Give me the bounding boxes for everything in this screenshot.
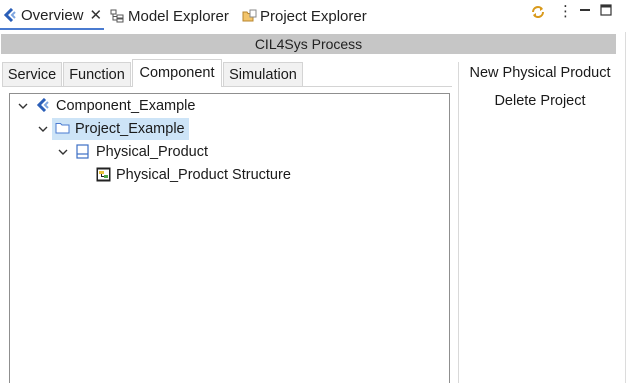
tab-component[interactable]: Component xyxy=(132,59,222,87)
tree-selection: Project_Example xyxy=(52,118,189,140)
project-explorer-icon xyxy=(242,9,257,23)
cil4sys-logo-icon xyxy=(3,7,17,23)
tab-overview[interactable]: Overview ✕ xyxy=(0,2,104,30)
view-tab-bar: Overview ✕ Model Explorer Project Explor… xyxy=(0,0,630,32)
minimize-icon[interactable] xyxy=(579,4,591,20)
tab-model-explorer[interactable]: Model Explorer xyxy=(110,2,229,30)
right-border xyxy=(625,32,626,383)
maximize-icon[interactable] xyxy=(600,4,612,20)
tab-project-explorer-label: Project Explorer xyxy=(260,7,367,25)
chevron-down-icon[interactable] xyxy=(38,124,48,134)
folder-icon xyxy=(55,119,70,141)
component-tree: Component_Example Project_Example Physic… xyxy=(9,93,450,383)
new-physical-product-button[interactable]: New Physical Product xyxy=(460,65,620,81)
tree-item-label: Physical_Product Structure xyxy=(116,167,291,183)
tree-item-label: Project_Example xyxy=(75,121,185,137)
chevron-down-icon[interactable] xyxy=(18,101,28,111)
process-tab-bar: Service Function Component Simulation xyxy=(2,59,452,87)
tab-function[interactable]: Function xyxy=(63,62,131,86)
tab-model-explorer-label: Model Explorer xyxy=(128,7,229,25)
chevron-down-icon[interactable] xyxy=(58,147,68,157)
cil4sys-logo-icon xyxy=(36,97,50,116)
view-menu-icon[interactable]: ⋮ xyxy=(558,4,573,20)
structure-diagram-icon xyxy=(96,167,111,186)
tree-item-label: Physical_Product xyxy=(96,144,209,160)
product-icon xyxy=(76,144,89,163)
tab-overview-label: Overview xyxy=(21,6,84,24)
tab-simulation[interactable]: Simulation xyxy=(223,62,303,86)
page-title: CIL4Sys Process xyxy=(1,34,616,54)
close-icon[interactable]: ✕ xyxy=(90,6,103,24)
sync-icon[interactable] xyxy=(530,4,546,20)
model-explorer-icon xyxy=(110,9,124,23)
tab-service[interactable]: Service xyxy=(2,62,62,86)
panel-divider xyxy=(458,62,459,383)
tree-item-label: Component_Example xyxy=(56,98,196,114)
delete-project-button[interactable]: Delete Project xyxy=(460,93,620,109)
tab-project-explorer[interactable]: Project Explorer xyxy=(242,2,367,30)
